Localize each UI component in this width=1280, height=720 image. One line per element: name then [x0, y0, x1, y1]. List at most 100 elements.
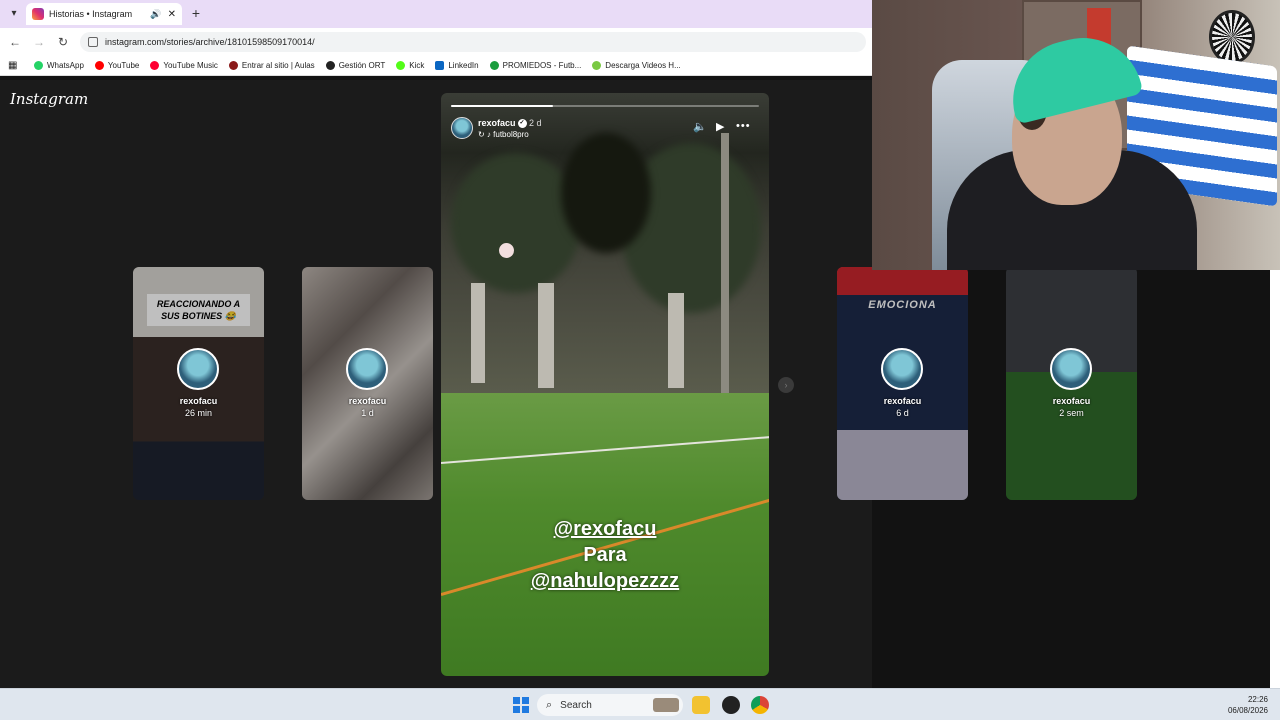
- search-highlight-icon: [653, 698, 679, 712]
- browser-toolbar: ← → ↻ instagram.com/stories/archive/1810…: [0, 28, 872, 56]
- clock-time: 22:26: [1247, 695, 1268, 704]
- main-story[interactable]: rexofacu ✓ 2 d ↻ ♪ futbol8pro 🔈 ▶ ••• @re…: [441, 93, 769, 676]
- instagram-favicon-icon: [32, 8, 44, 20]
- bookmark-label: WhatsApp: [47, 61, 84, 70]
- story-subline: futbol8pro: [493, 130, 529, 139]
- fence-post: [471, 283, 485, 383]
- story-progress-bar: [451, 105, 759, 107]
- bookmark-label: LinkedIn: [448, 61, 479, 70]
- next-story-chevron-icon[interactable]: ›: [778, 377, 794, 393]
- taskbar-clock[interactable]: 22:26 06/08/2026: [1216, 694, 1268, 716]
- story-username: rexofacu: [1052, 396, 1091, 406]
- address-bar[interactable]: instagram.com/stories/archive/1810159850…: [80, 32, 866, 52]
- story-time: 1 d: [361, 408, 374, 418]
- story-time: 26 min: [184, 408, 212, 418]
- bookmark-descarga-videos[interactable]: Descarga Videos H...: [592, 61, 681, 70]
- reload-icon[interactable]: ↻: [55, 34, 71, 50]
- dartboard-image: [1209, 10, 1255, 64]
- chrome-icon[interactable]: [751, 696, 769, 714]
- linkedin-icon: [435, 61, 445, 70]
- story-username: rexofacu: [179, 396, 218, 406]
- bookmark-kick[interactable]: Kick: [396, 61, 424, 70]
- forward-arrow-icon[interactable]: →: [31, 34, 47, 50]
- story-header-user[interactable]: rexofacu ✓: [478, 118, 527, 129]
- globe-icon: [325, 61, 335, 70]
- stories-viewer: Instagram REACCIONANDO A SUS BOTINES 😂 r…: [0, 80, 872, 688]
- kick-icon: [396, 61, 406, 70]
- bookmark-label: Gestión ORT: [338, 61, 386, 70]
- url-text: instagram.com/stories/archive/1810159850…: [105, 37, 315, 47]
- fence-post: [538, 283, 554, 388]
- tree-shape: [561, 133, 651, 253]
- tab-search-icon[interactable]: ▾: [6, 6, 22, 22]
- more-options-icon[interactable]: •••: [736, 120, 751, 132]
- side-story-4[interactable]: rexofacu 2 sem: [1006, 267, 1137, 500]
- story-username: rexofacu: [348, 396, 387, 406]
- bookmark-label: Entrar al sitio | Aulas: [241, 61, 315, 70]
- side-story-2[interactable]: rexofacu 1 d: [302, 267, 433, 500]
- story-time: 2 d: [529, 118, 542, 128]
- mention-rexofacu[interactable]: @rexofacu: [441, 518, 769, 541]
- youtube-icon: [94, 61, 104, 70]
- bookmark-gestion-ort[interactable]: Gestión ORT: [325, 61, 386, 70]
- obs-icon[interactable]: [722, 696, 740, 714]
- apps-grid-icon[interactable]: ▦: [8, 60, 20, 72]
- speaker-icon[interactable]: 🔊: [150, 9, 161, 20]
- fence-post: [668, 293, 684, 388]
- page-scrollbar-strip[interactable]: [1270, 270, 1280, 688]
- play-icon[interactable]: ▶: [716, 120, 724, 133]
- story-audio-attribution[interactable]: ↻ ♪ futbol8pro: [478, 130, 529, 139]
- bookmark-label: Descarga Videos H...: [605, 61, 681, 70]
- back-arrow-icon[interactable]: ←: [7, 34, 23, 50]
- instagram-logo[interactable]: Instagram: [10, 90, 88, 108]
- story-progress-fill: [451, 105, 553, 107]
- side-story-1[interactable]: REACCIONANDO A SUS BOTINES 😂 rexofacu 26…: [133, 267, 264, 500]
- soccer-ball-icon: [489, 61, 499, 70]
- bookmark-youtube-music[interactable]: YouTube Music: [150, 61, 218, 70]
- verified-icon: ✓: [517, 119, 527, 129]
- bookmarks-bar: ▦ WhatsApp YouTube YouTube Music Entrar …: [0, 56, 872, 76]
- tab-title: Historias • Instagram: [49, 9, 133, 19]
- mention-para: Para: [583, 544, 627, 566]
- site-info-icon[interactable]: [88, 37, 98, 47]
- story-time: 6 d: [896, 408, 909, 418]
- bookmark-linkedin[interactable]: LinkedIn: [435, 61, 479, 70]
- avatar: [177, 348, 219, 390]
- bookmark-aulas[interactable]: Entrar al sitio | Aulas: [228, 61, 315, 70]
- new-tab-button[interactable]: +: [188, 5, 204, 21]
- bookmark-promiedos[interactable]: PROMIEDOS - Futb...: [489, 61, 581, 70]
- graduation-cap-icon: [228, 61, 238, 70]
- story-time: 2 sem: [1059, 408, 1084, 418]
- windows-taskbar: ⌕ Search 22:26 06/08/2026: [0, 688, 1280, 720]
- ball: [499, 243, 514, 258]
- tree-shape: [451, 153, 581, 293]
- story-username: rexofacu: [478, 118, 516, 128]
- avatar: [881, 348, 923, 390]
- avatar: [1050, 348, 1092, 390]
- screen: ▾ Historias • Instagram 🔊 ✕ + ← → ↻ inst…: [0, 0, 1280, 720]
- taskbar-search[interactable]: ⌕ Search: [537, 694, 683, 716]
- light-pole: [721, 133, 729, 393]
- tab-instagram[interactable]: Historias • Instagram 🔊 ✕: [26, 3, 182, 25]
- bookmark-label: YouTube Music: [163, 61, 218, 70]
- avatar[interactable]: [451, 117, 473, 139]
- download-icon: [592, 61, 602, 70]
- youtube-music-icon: [150, 61, 160, 70]
- bookmark-whatsapp[interactable]: WhatsApp: [34, 61, 84, 70]
- clock-date: 06/08/2026: [1227, 706, 1268, 715]
- side-story-3[interactable]: EMOCIONA rexofacu 6 d: [837, 267, 968, 500]
- search-label: Search: [560, 699, 592, 711]
- close-icon[interactable]: ✕: [168, 9, 176, 20]
- browser-tab-bar: ▾ Historias • Instagram 🔊 ✕ +: [0, 0, 872, 28]
- bookmark-label: YouTube: [107, 61, 140, 70]
- whatsapp-icon: [34, 61, 43, 70]
- bookmark-youtube[interactable]: YouTube: [94, 61, 140, 70]
- mute-icon[interactable]: 🔈: [693, 120, 707, 133]
- file-explorer-icon[interactable]: [692, 696, 710, 714]
- mention-nahulopezzzz[interactable]: @nahulopezzzz: [441, 570, 769, 593]
- story-username: rexofacu: [883, 396, 922, 406]
- avatar: [346, 348, 388, 390]
- webcam-overlay: [872, 0, 1280, 270]
- windows-start-icon[interactable]: [513, 697, 529, 713]
- bookmark-label: Kick: [409, 61, 425, 70]
